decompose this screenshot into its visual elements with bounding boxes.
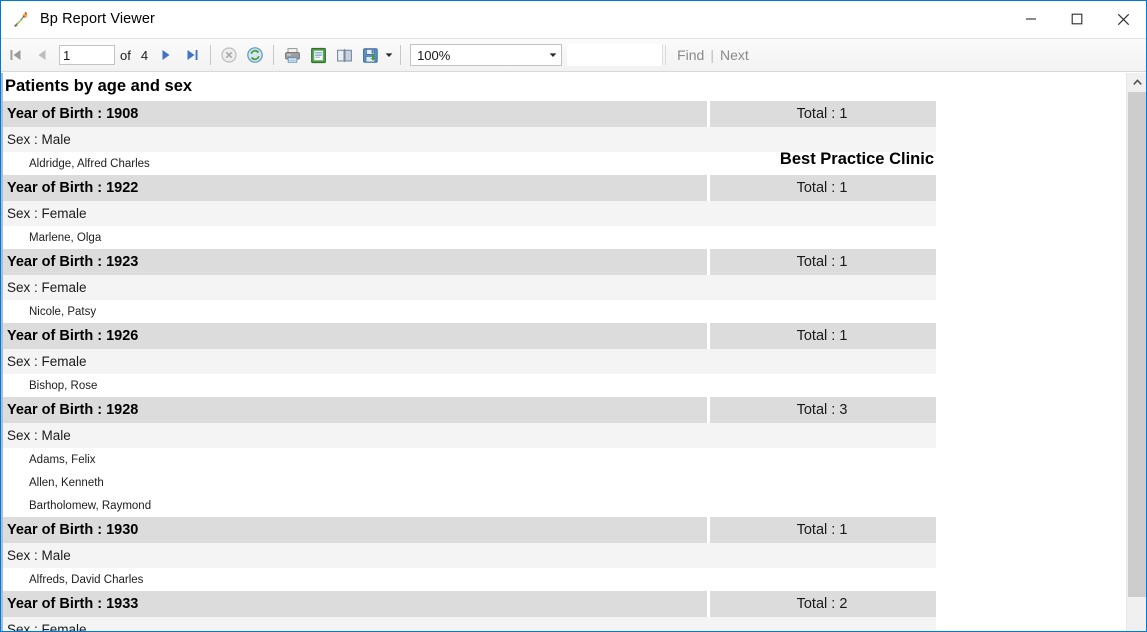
total-pages-label: 4 [140, 47, 149, 63]
refresh-button[interactable] [242, 42, 268, 68]
window-controls [1008, 1, 1146, 37]
year-of-birth-label: Year of Birth : 1930 [3, 517, 707, 543]
patient-row: Alfreds, David Charles [3, 568, 936, 591]
export-dropdown-caret[interactable] [383, 42, 395, 68]
find-next-separator: | [710, 47, 714, 63]
year-of-birth-label: Year of Birth : 1928 [3, 397, 707, 423]
year-of-birth-label: Year of Birth : 1933 [3, 591, 707, 617]
patient-row: Nicole, Patsy [3, 300, 936, 323]
patient-row: Bishop, Rose [3, 374, 936, 397]
patient-row: Allen, Kenneth [3, 471, 936, 494]
report-viewport[interactable]: Patients by age and sex Best Practice Cl… [1, 73, 1146, 631]
group-total-label: Total : 1 [710, 175, 934, 201]
of-label: of [120, 47, 131, 63]
year-group-row: Year of Birth : 1928 Total : 3 [3, 397, 936, 423]
sex-group-row: Sex : Female [3, 201, 936, 226]
previous-page-button[interactable] [29, 42, 55, 68]
sex-group-row: Sex : Male [3, 127, 936, 152]
search-input[interactable] [567, 44, 664, 66]
next-button[interactable]: Next [720, 47, 749, 63]
close-button[interactable] [1100, 1, 1146, 37]
year-group-row: Year of Birth : 1922 Total : 1 [3, 175, 936, 201]
group-total-label: Total : 1 [710, 517, 934, 543]
year-group-row: Year of Birth : 1926 Total : 1 [3, 323, 936, 349]
group-total-label: Total : 2 [710, 591, 934, 617]
chevron-up-icon[interactable] [1127, 73, 1146, 92]
minimize-button[interactable] [1008, 1, 1054, 37]
report-title: Patients by age and sex [5, 77, 193, 95]
patient-row: Marlene, Olga [3, 226, 936, 249]
year-group-row: Year of Birth : 1908 Total : 1 [3, 101, 936, 127]
report-page: Patients by age and sex Best Practice Cl… [1, 73, 1126, 631]
first-page-button[interactable] [3, 42, 29, 68]
year-of-birth-label: Year of Birth : 1923 [3, 249, 707, 275]
group-total-label: Total : 3 [710, 397, 934, 423]
sex-group-row: Sex : Male [3, 423, 936, 448]
year-group-row: Year of Birth : 1930 Total : 1 [3, 517, 936, 543]
toolbar-separator [665, 45, 667, 65]
last-page-button[interactable] [179, 42, 205, 68]
export-button[interactable] [357, 42, 383, 68]
group-total-label: Total : 1 [710, 323, 934, 349]
title-bar: Bp Report Viewer [1, 1, 1146, 38]
zoom-combobox[interactable]: 100% [410, 44, 563, 66]
window-title: Bp Report Viewer [40, 11, 155, 27]
year-of-birth-label: Year of Birth : 1908 [3, 101, 707, 127]
report-body: Year of Birth : 1908 Total : 1 Sex : Male A… [1, 101, 1126, 631]
sex-group-row: Sex : Male [3, 543, 936, 568]
group-total-label: Total : 1 [710, 249, 934, 275]
patient-row: Adams, Felix [3, 448, 936, 471]
clinic-name: Best Practice Clinic [779, 150, 934, 168]
print-layout-button[interactable] [331, 42, 357, 68]
year-of-birth-label: Year of Birth : 1926 [3, 323, 707, 349]
report-viewer-window: Bp Report Viewer of [0, 0, 1147, 632]
toolbar-separator [210, 45, 212, 65]
zoom-value: 100% [417, 47, 451, 63]
chevron-down-icon[interactable] [544, 45, 561, 65]
page-number-input[interactable] [59, 45, 115, 65]
group-total-label: Total : 1 [710, 101, 934, 127]
sex-group-row: Sex : Female [3, 617, 936, 631]
page-setup-button[interactable] [305, 42, 331, 68]
next-page-button[interactable] [153, 42, 179, 68]
year-of-birth-label: Year of Birth : 1922 [3, 175, 707, 201]
vertical-scrollbar[interactable] [1126, 73, 1146, 631]
scrollbar-thumb[interactable] [1128, 92, 1146, 597]
sex-group-row: Sex : Female [3, 349, 936, 374]
bird-icon [11, 9, 31, 29]
report-toolbar: of 4 [1, 38, 1146, 72]
sex-group-row: Sex : Female [3, 275, 936, 300]
find-button[interactable]: Find [677, 47, 704, 63]
year-group-row: Year of Birth : 1933 Total : 2 [3, 591, 936, 617]
print-button[interactable] [279, 42, 305, 68]
stop-button[interactable] [216, 42, 242, 68]
year-group-row: Year of Birth : 1923 Total : 1 [3, 249, 936, 275]
toolbar-separator [400, 45, 402, 65]
patient-row: Bartholomew, Raymond [3, 494, 936, 517]
maximize-button[interactable] [1054, 1, 1100, 37]
toolbar-separator [273, 45, 275, 65]
report-header: Patients by age and sex [1, 73, 1126, 101]
